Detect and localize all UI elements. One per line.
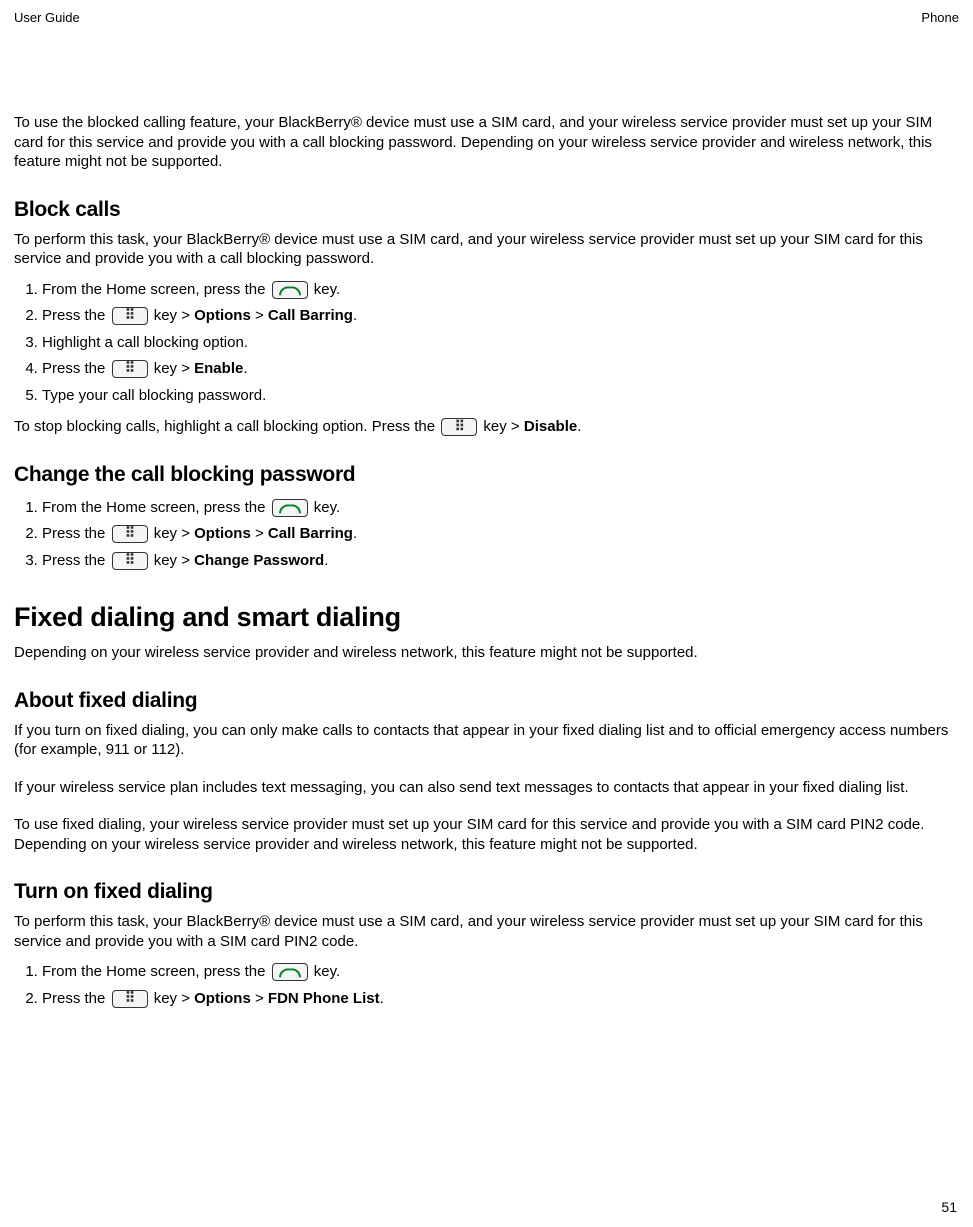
phone-key-icon [272,963,308,981]
menu-key-icon [112,990,148,1008]
change-pw-steps: From the Home screen, press the key. Pre… [14,495,959,575]
about-fixed-p1: If you turn on fixed dialing, you can on… [14,721,959,760]
header-right: Phone [921,10,959,25]
turn-on-fixed-steps: From the Home screen, press the key. Pre… [14,959,959,1012]
phone-key-icon [272,281,308,299]
heading-turn-on-fixed: Turn on fixed dialing [14,880,959,904]
step-1: From the Home screen, press the key. [42,495,959,522]
about-fixed-p3: To use fixed dialing, your wireless serv… [14,815,959,854]
menu-key-icon [112,525,148,543]
heading-fixed-dialing: Fixed dialing and smart dialing [14,602,959,633]
page-container: User Guide Phone To use the blocked call… [0,0,973,1227]
header-left: User Guide [14,10,80,25]
about-fixed-p2: If your wireless service plan includes t… [14,778,959,798]
step-4: Press the key > Enable. [42,356,959,383]
block-calls-steps: From the Home screen, press the key. Pre… [14,277,959,410]
phone-key-icon [272,499,308,517]
menu-key-icon [112,552,148,570]
step-3: Press the key > Change Password. [42,548,959,575]
step-1: From the Home screen, press the key. [42,959,959,986]
step-5: Type your call blocking password. [42,383,959,410]
fixed-dialing-intro: Depending on your wireless service provi… [14,643,959,663]
block-calls-intro: To perform this task, your BlackBerry® d… [14,230,959,269]
menu-key-icon [112,360,148,378]
step-2: Press the key > Options > Call Barring. [42,303,959,330]
page-header: User Guide Phone [14,10,959,105]
menu-key-icon [112,307,148,325]
step-3: Highlight a call blocking option. [42,330,959,357]
intro-paragraph: To use the blocked calling feature, your… [14,113,959,172]
heading-change-password: Change the call blocking password [14,463,959,487]
turn-on-fixed-intro: To perform this task, your BlackBerry® d… [14,912,959,951]
block-calls-outro: To stop blocking calls, highlight a call… [14,417,959,437]
heading-about-fixed: About fixed dialing [14,689,959,713]
menu-key-icon [441,418,477,436]
heading-block-calls: Block calls [14,198,959,222]
step-2: Press the key > Options > FDN Phone List… [42,986,959,1013]
step-2: Press the key > Options > Call Barring. [42,521,959,548]
step-1: From the Home screen, press the key. [42,277,959,304]
page-number: 51 [941,1199,957,1215]
